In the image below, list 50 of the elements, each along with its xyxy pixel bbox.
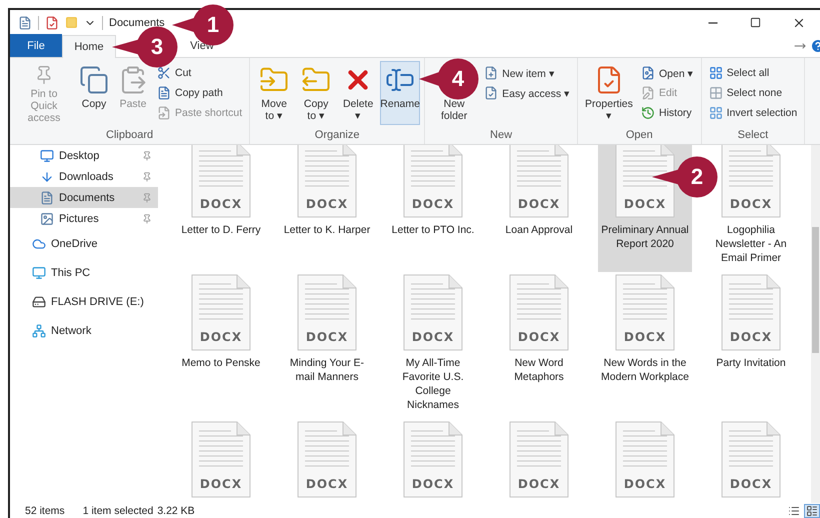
file-type-label: DOCX (198, 330, 244, 344)
file-name: New Word Metaphors (513, 356, 565, 384)
file-type-label: DOCX (304, 330, 350, 344)
file-type-label: DOCX (410, 330, 456, 344)
file-name: Minding Your E-mail Manners (288, 356, 366, 384)
group-label: Organize (314, 129, 360, 143)
step-callout-tooltip: 3 (112, 26, 178, 68)
file-type-label: DOCX (198, 477, 244, 491)
navigation-label: Pictures (59, 212, 100, 224)
group-label: New (489, 129, 514, 143)
navigation-label: Downloads (59, 170, 114, 182)
selection-size: 3.22 KB (157, 504, 195, 516)
group-label: Clipboard (105, 129, 154, 143)
file-type-label: DOCX (622, 330, 668, 344)
file-name: My All-Time Favorite U.S. College Nicknames (401, 356, 465, 412)
navigation-label: Desktop (59, 150, 100, 162)
file-type-label: DOCX (728, 330, 774, 344)
file-type-label: DOCX (728, 197, 774, 211)
file-type-label: DOCX (304, 477, 350, 491)
navigation-label: Network (51, 324, 92, 336)
file-type-label: DOCX (516, 477, 562, 491)
group-label: Select (736, 129, 770, 143)
navigation-label: This PC (51, 266, 92, 278)
item-count: 52 items (25, 504, 65, 516)
group-label: Open (624, 129, 654, 143)
file-type-label: DOCX (304, 197, 350, 211)
selection-info: 1 item selected (82, 504, 154, 516)
file-name: Letter to D. Ferry (180, 223, 262, 237)
file-type-label: DOCX (622, 477, 668, 491)
file-type-label: DOCX (410, 477, 456, 491)
file-type-label: DOCX (728, 477, 774, 491)
step-callout-tooltip: 2 (652, 156, 718, 198)
file-name: Letter to PTO Inc. (390, 223, 476, 237)
step-callout-tooltip: 4 (419, 58, 479, 100)
file-type-label: DOCX (622, 197, 668, 211)
window-title: Documents (109, 16, 165, 28)
file-type-label: DOCX (198, 197, 244, 211)
file-type-label: DOCX (516, 197, 562, 211)
navigation-label: Documents (59, 192, 116, 204)
file-name: Party Invitation (715, 356, 787, 370)
file-name: Loan Approval (504, 223, 574, 237)
file-type-label: DOCX (410, 197, 456, 211)
file-type-label: DOCX (516, 330, 562, 344)
file-name: Letter to K. Harper (282, 223, 372, 237)
file-name: Preliminary Annual Report 2020 (600, 223, 690, 251)
file-name: New Words in the Modern Workplace (600, 356, 690, 384)
file-name: Memo to Penske (180, 356, 262, 370)
navigation-label: FLASH DRIVE (E:) (51, 296, 145, 308)
file-name: Logophilia Newsletter - An Email Primer (714, 223, 788, 265)
navigation-label: OneDrive (51, 238, 98, 250)
